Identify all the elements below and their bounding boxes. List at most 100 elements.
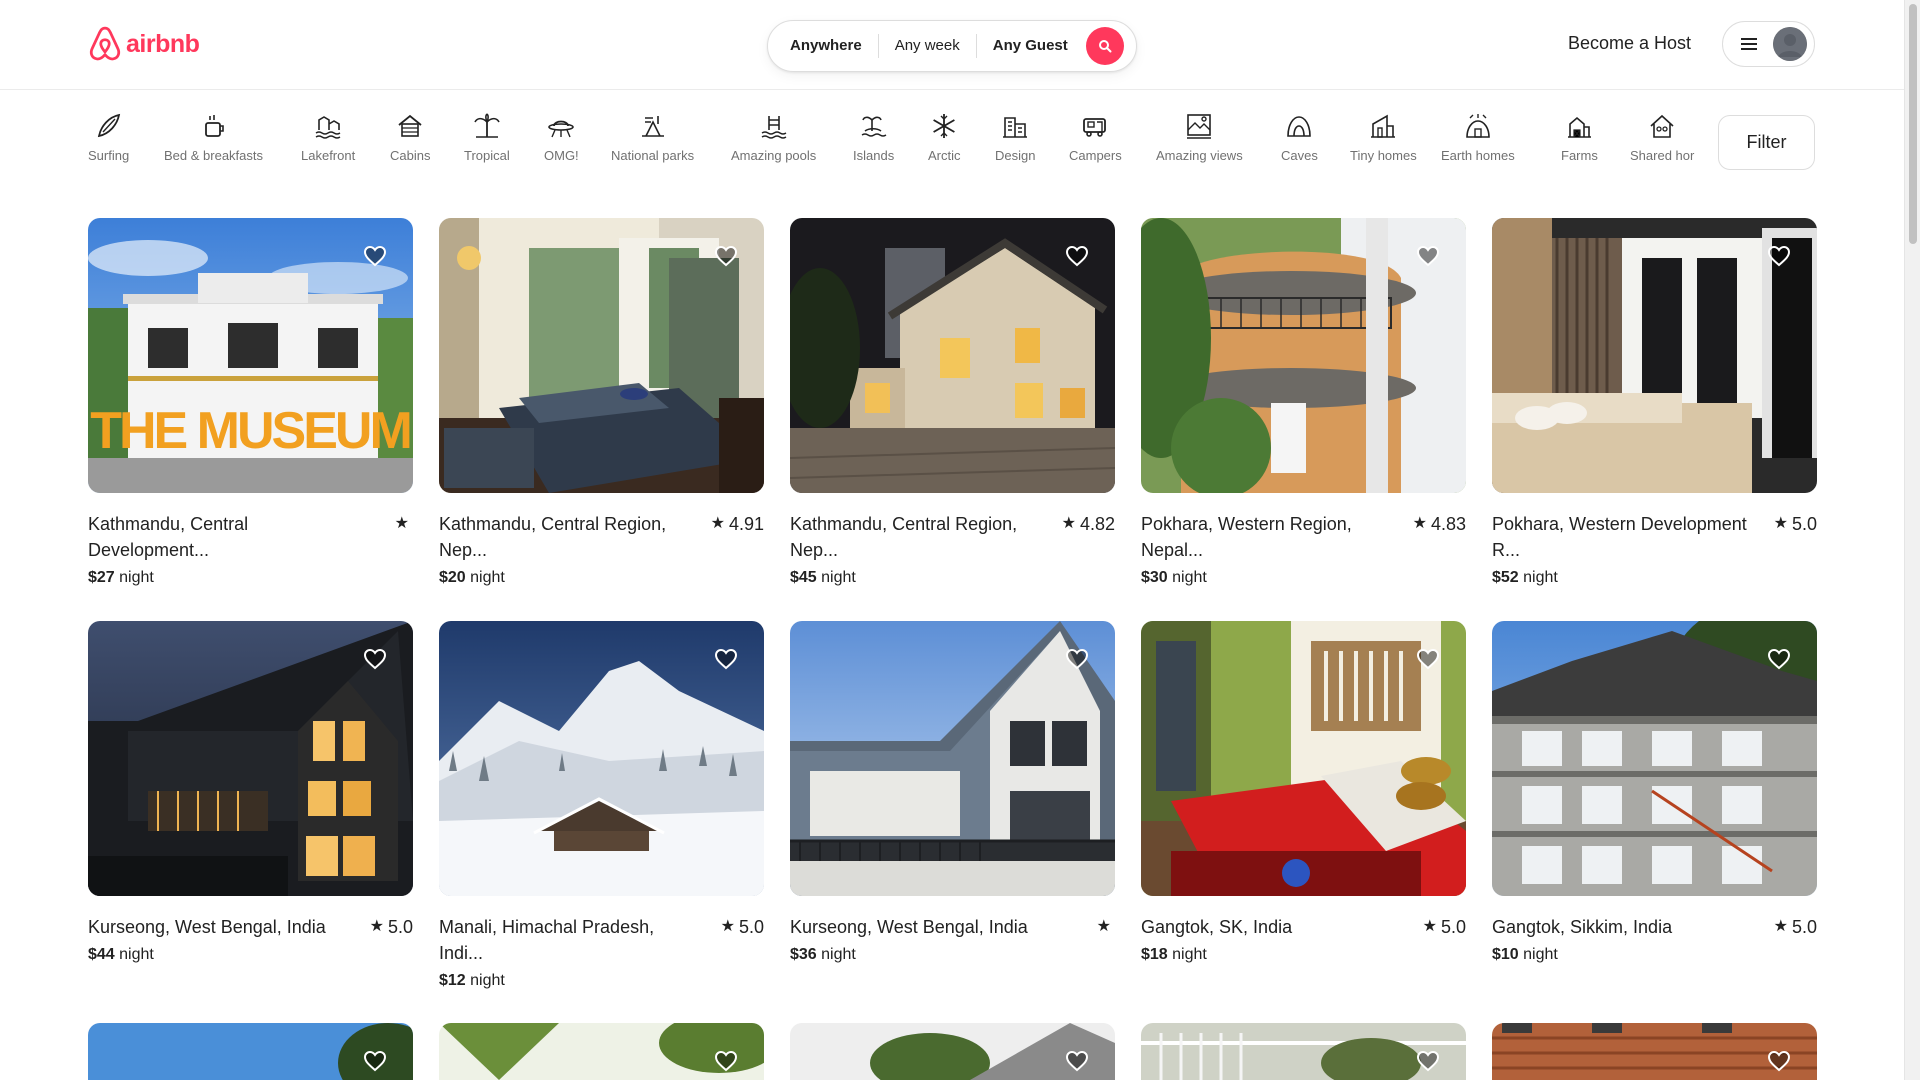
listing-photo[interactable] <box>1492 621 1817 896</box>
listing-card[interactable]: Pokhara, Western Region, Nepal... ★ 4.83 … <box>1141 218 1466 587</box>
listing-photo[interactable] <box>88 1023 413 1080</box>
category-bed-breakfasts[interactable]: Bed & breakfasts <box>164 112 263 163</box>
category-islands[interactable]: Islands <box>853 112 894 163</box>
category-campers[interactable]: Campers <box>1069 112 1122 163</box>
listing-card[interactable]: Kathmandu, Central Region, Nep... ★ 4.91 … <box>439 218 764 587</box>
category-surfing[interactable]: Surfing <box>88 112 129 163</box>
heart-icon[interactable] <box>1065 1049 1089 1073</box>
category-caves[interactable]: Caves <box>1281 112 1318 163</box>
listing-price: $27 night <box>88 569 154 586</box>
listing-card[interactable] <box>1492 1023 1817 1080</box>
listing-card[interactable]: Kurseong, West Bengal, India ★ 5.0 $44 ni… <box>88 621 413 964</box>
view-icon <box>1187 114 1212 139</box>
listing-photo[interactable] <box>790 218 1115 493</box>
category-amazing-views[interactable]: Amazing views <box>1156 112 1243 163</box>
search-where[interactable]: Anywhere <box>768 34 878 58</box>
listing-photo[interactable] <box>439 621 764 896</box>
listing-location: Kathmandu, Central Development... <box>88 514 249 560</box>
heart-icon[interactable] <box>1767 244 1791 268</box>
listing-photo[interactable]: THE MUSEUM <box>88 218 413 493</box>
listing-location: Pokhara, Western Region, Nepal... <box>1141 514 1352 560</box>
listing-rating: ★ 5.0 <box>1774 914 1817 940</box>
hamburger-icon <box>1741 38 1757 50</box>
listing-photo[interactable] <box>1141 1023 1466 1080</box>
filter-button[interactable]: Filter <box>1718 115 1815 170</box>
island-icon <box>861 116 886 137</box>
listing-rating: ★ 5.0 <box>1774 511 1817 537</box>
heart-icon[interactable] <box>1767 647 1791 671</box>
listing-card[interactable]: Manali, Himachal Pradesh, Indi... ★ 5.0 $… <box>439 621 764 990</box>
listing-price: $10 night <box>1492 946 1558 963</box>
category-earth-homes[interactable]: Earth homes <box>1441 112 1515 163</box>
listing-location: Pokhara, Western Development R... <box>1492 514 1747 560</box>
listing-photo[interactable] <box>439 218 764 493</box>
category-arctic[interactable]: Arctic <box>928 112 961 163</box>
listing-price: $44 night <box>88 946 154 963</box>
heart-icon[interactable] <box>1065 244 1089 268</box>
listing-photo[interactable] <box>439 1023 764 1080</box>
listing-price: $20 night <box>439 569 505 586</box>
heart-icon[interactable] <box>1416 1049 1440 1073</box>
listing-location: Kathmandu, Central Region, Nep... <box>439 514 667 560</box>
category-national-parks[interactable]: National parks <box>611 112 694 163</box>
listing-card[interactable]: Gangtok, SK, India ★ 5.0 $18 night <box>1141 621 1466 964</box>
scrollbar-thumb[interactable] <box>1909 4 1917 244</box>
listing-price: $45 night <box>790 569 856 586</box>
listing-location: Kurseong, West Bengal, India <box>88 917 326 937</box>
listing-location: Gangtok, Sikkim, India <box>1492 917 1673 937</box>
listing-location: Gangtok, SK, India <box>1141 917 1293 937</box>
listing-card[interactable] <box>439 1023 764 1080</box>
listing-card[interactable]: Pokhara, Western Development R... ★ 5.0 $… <box>1492 218 1817 587</box>
airbnb-logo[interactable]: airbnb <box>88 26 200 62</box>
heart-icon[interactable] <box>1767 1049 1791 1073</box>
listing-rating: ★ 4.82 <box>1062 511 1115 537</box>
heart-icon[interactable] <box>363 647 387 671</box>
listing-card[interactable] <box>88 1023 413 1080</box>
category-lakefront[interactable]: Lakefront <box>301 112 355 163</box>
park-icon <box>641 116 664 137</box>
search-bar[interactable]: Anywhere Any week Any Guest <box>767 20 1137 72</box>
heart-icon[interactable] <box>363 1049 387 1073</box>
listing-photo[interactable] <box>790 621 1115 896</box>
heart-icon[interactable] <box>1416 244 1440 268</box>
listing-photo[interactable] <box>1492 1023 1817 1080</box>
listing-card[interactable]: Kathmandu, Central Region, Nep... ★ 4.82 … <box>790 218 1115 587</box>
category-farms[interactable]: Farms <box>1561 112 1598 163</box>
listing-rating: ★ 5.0 <box>370 914 413 940</box>
category-omg[interactable]: OMG! <box>544 112 579 163</box>
heart-icon[interactable] <box>714 647 738 671</box>
category-tiny-homes[interactable]: Tiny homes <box>1350 112 1417 163</box>
user-menu-button[interactable] <box>1722 21 1815 67</box>
listing-card[interactable] <box>1141 1023 1466 1080</box>
listing-photo[interactable] <box>1141 218 1466 493</box>
listing-title-row: Manali, Himachal Pradesh, Indi... ★ 5.0 <box>439 914 764 966</box>
listing-card[interactable]: Kurseong, West Bengal, India ★ $36 night <box>790 621 1115 964</box>
heart-icon[interactable] <box>714 1049 738 1073</box>
listing-photo[interactable] <box>1141 621 1466 896</box>
listing-card[interactable] <box>790 1023 1115 1080</box>
listing-photo[interactable] <box>88 621 413 896</box>
heart-icon[interactable] <box>1416 647 1440 671</box>
star-icon: ★ <box>710 515 725 532</box>
listing-title-row: Gangtok, Sikkim, India ★ 5.0 <box>1492 914 1817 940</box>
listing-card[interactable]: THE MUSEUM Kathmandu, Central Developmen… <box>88 218 413 587</box>
category-amazing-pools[interactable]: Amazing pools <box>731 112 816 163</box>
heart-icon[interactable] <box>363 244 387 268</box>
search-button[interactable] <box>1085 27 1124 65</box>
heart-icon[interactable] <box>1065 647 1089 671</box>
listing-photo[interactable] <box>1492 218 1817 493</box>
category-design[interactable]: Design <box>995 112 1035 163</box>
heart-icon[interactable] <box>714 244 738 268</box>
category-cabins[interactable]: Cabins <box>390 112 430 163</box>
star-icon: ★ <box>369 918 384 935</box>
listing-photo[interactable] <box>790 1023 1115 1080</box>
search-who[interactable]: Any Guest <box>977 34 1084 58</box>
page-scrollbar[interactable] <box>1904 0 1920 1080</box>
search-when[interactable]: Any week <box>877 34 977 58</box>
listing-card[interactable]: Gangtok, Sikkim, India ★ 5.0 $10 night <box>1492 621 1817 964</box>
category-shared-homes[interactable]: Shared hor <box>1630 112 1694 163</box>
earth-home-icon <box>1466 114 1490 138</box>
become-host-link[interactable]: Become a Host <box>1568 33 1691 54</box>
listing-rating: ★ <box>395 511 413 537</box>
category-tropical[interactable]: Tropical <box>464 112 510 163</box>
